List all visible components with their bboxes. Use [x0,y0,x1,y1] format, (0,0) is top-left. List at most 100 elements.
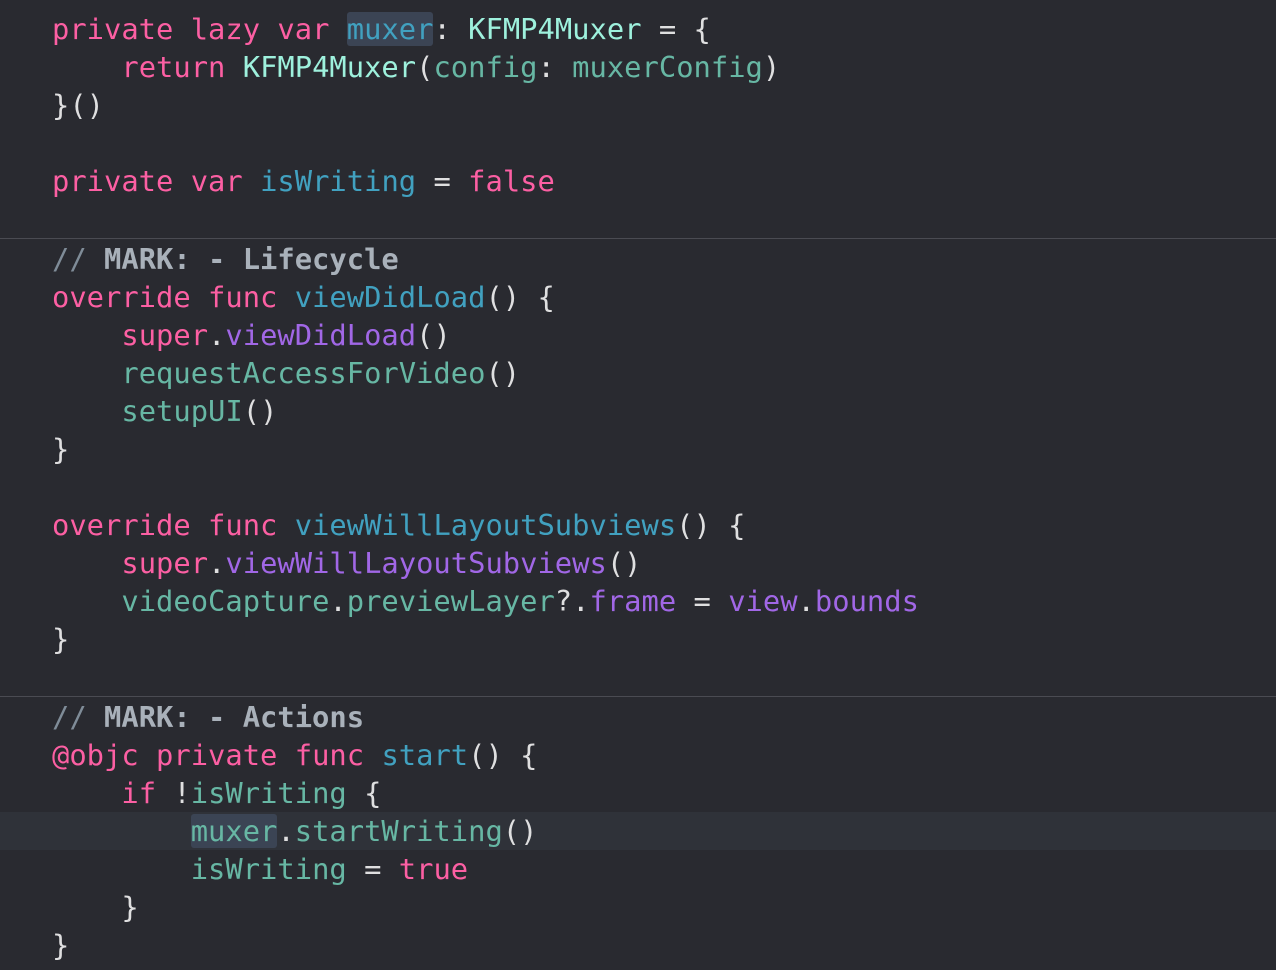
code-line[interactable]: override func viewWillLayoutSubviews() { [0,506,1276,544]
code-line[interactable]: isWriting = true [0,850,1276,888]
code-token: = [346,852,399,886]
code-token: ! [156,776,191,810]
code-text: } [52,430,69,468]
code-line[interactable]: } [0,430,1276,468]
code-line[interactable]: super.viewWillLayoutSubviews() [0,544,1276,582]
code-token: super [121,546,209,580]
section-separator [0,696,1276,697]
code-line[interactable]: } [0,926,1276,964]
code-text: }() [52,86,104,124]
code-token: MARK: - Actions [104,700,365,734]
code-token: ( [416,50,434,84]
code-text: if !isWriting { [52,774,381,812]
code-token: requestAccessForVideo [121,356,486,390]
code-line[interactable]: super.viewDidLoad() [0,316,1276,354]
code-token: view [728,584,798,618]
code-text: } [52,926,69,964]
code-token: ) [762,50,781,84]
highlighted-symbol: muxer [190,814,278,848]
code-token: override [52,508,191,542]
code-token: . [797,584,815,618]
code-token: viewWillLayoutSubviews [225,546,607,580]
code-text: isWriting = true [52,850,468,888]
code-token: previewLayer [346,584,555,618]
section-separator [0,238,1276,239]
code-token: () [502,814,538,848]
code-token: muxerConfig [572,50,763,84]
code-text: super.viewWillLayoutSubviews() [52,544,642,582]
code-line-current[interactable]: muxer.startWriting() [0,812,1276,850]
code-token: if [121,776,157,810]
code-token: config [433,50,538,84]
code-token: } [52,890,139,924]
code-token: () [485,356,521,390]
code-token: () { [676,508,746,542]
code-line[interactable]: private var isWriting = false [0,162,1276,200]
code-token: () { [485,280,555,314]
code-line[interactable]: private lazy var muxer: KFMP4Muxer = { [0,10,1276,48]
code-token: start [381,738,469,772]
code-line[interactable]: override func viewDidLoad() { [0,278,1276,316]
code-token: : [537,50,573,84]
code-line[interactable]: // MARK: - Lifecycle [0,240,1276,278]
code-token: true [398,852,469,886]
code-line[interactable]: return KFMP4Muxer(config: muxerConfig) [0,48,1276,86]
code-line[interactable]: // MARK: - Actions [0,698,1276,736]
code-text: return KFMP4Muxer(config: muxerConfig) [52,48,780,86]
code-line[interactable]: if !isWriting { [0,774,1276,812]
code-token: = [416,164,469,198]
code-token: private [52,164,174,198]
code-token: var [190,164,243,198]
code-token: () [606,546,642,580]
code-text: super.viewDidLoad() [52,316,451,354]
code-token: func [294,738,365,772]
code-token: }() [52,88,105,122]
code-token: startWriting [294,814,503,848]
code-line[interactable]: videoCapture.previewLayer?.frame = view.… [0,582,1276,620]
code-token: . [208,546,226,580]
code-text: requestAccessForVideo() [52,354,520,392]
code-token: = [676,584,729,618]
code-token: isWriting [260,164,417,198]
code-line[interactable]: requestAccessForVideo() [0,354,1276,392]
code-token: KFMP4Muxer [242,50,417,84]
code-text: override func viewWillLayoutSubviews() { [52,506,746,544]
code-token: // [52,700,105,734]
code-line[interactable]: } [0,620,1276,658]
code-line[interactable]: }() [0,86,1276,124]
code-line[interactable]: setupUI() [0,392,1276,430]
code-line[interactable]: } [0,888,1276,926]
code-text: private var isWriting = false [52,162,555,200]
code-line[interactable]: @objc private func start() { [0,736,1276,774]
code-token: super [121,318,209,352]
code-editor[interactable]: private lazy var muxer: KFMP4Muxer = { r… [0,0,1276,970]
code-token: () [416,318,451,352]
code-text: override func viewDidLoad() { [52,278,555,316]
highlighted-symbol: muxer [346,12,434,46]
code-token: . [277,814,295,848]
code-text: muxer.startWriting() [52,812,537,850]
code-token: = { [641,12,711,46]
code-token: // [52,242,105,276]
code-text: @objc private func start() { [52,736,538,774]
code-token: isWriting [190,852,347,886]
code-token: @objc [52,738,139,772]
code-token: func [208,280,278,314]
code-token: () { [468,738,538,772]
code-text: setupUI() [52,392,277,430]
code-token: bounds [814,584,919,618]
